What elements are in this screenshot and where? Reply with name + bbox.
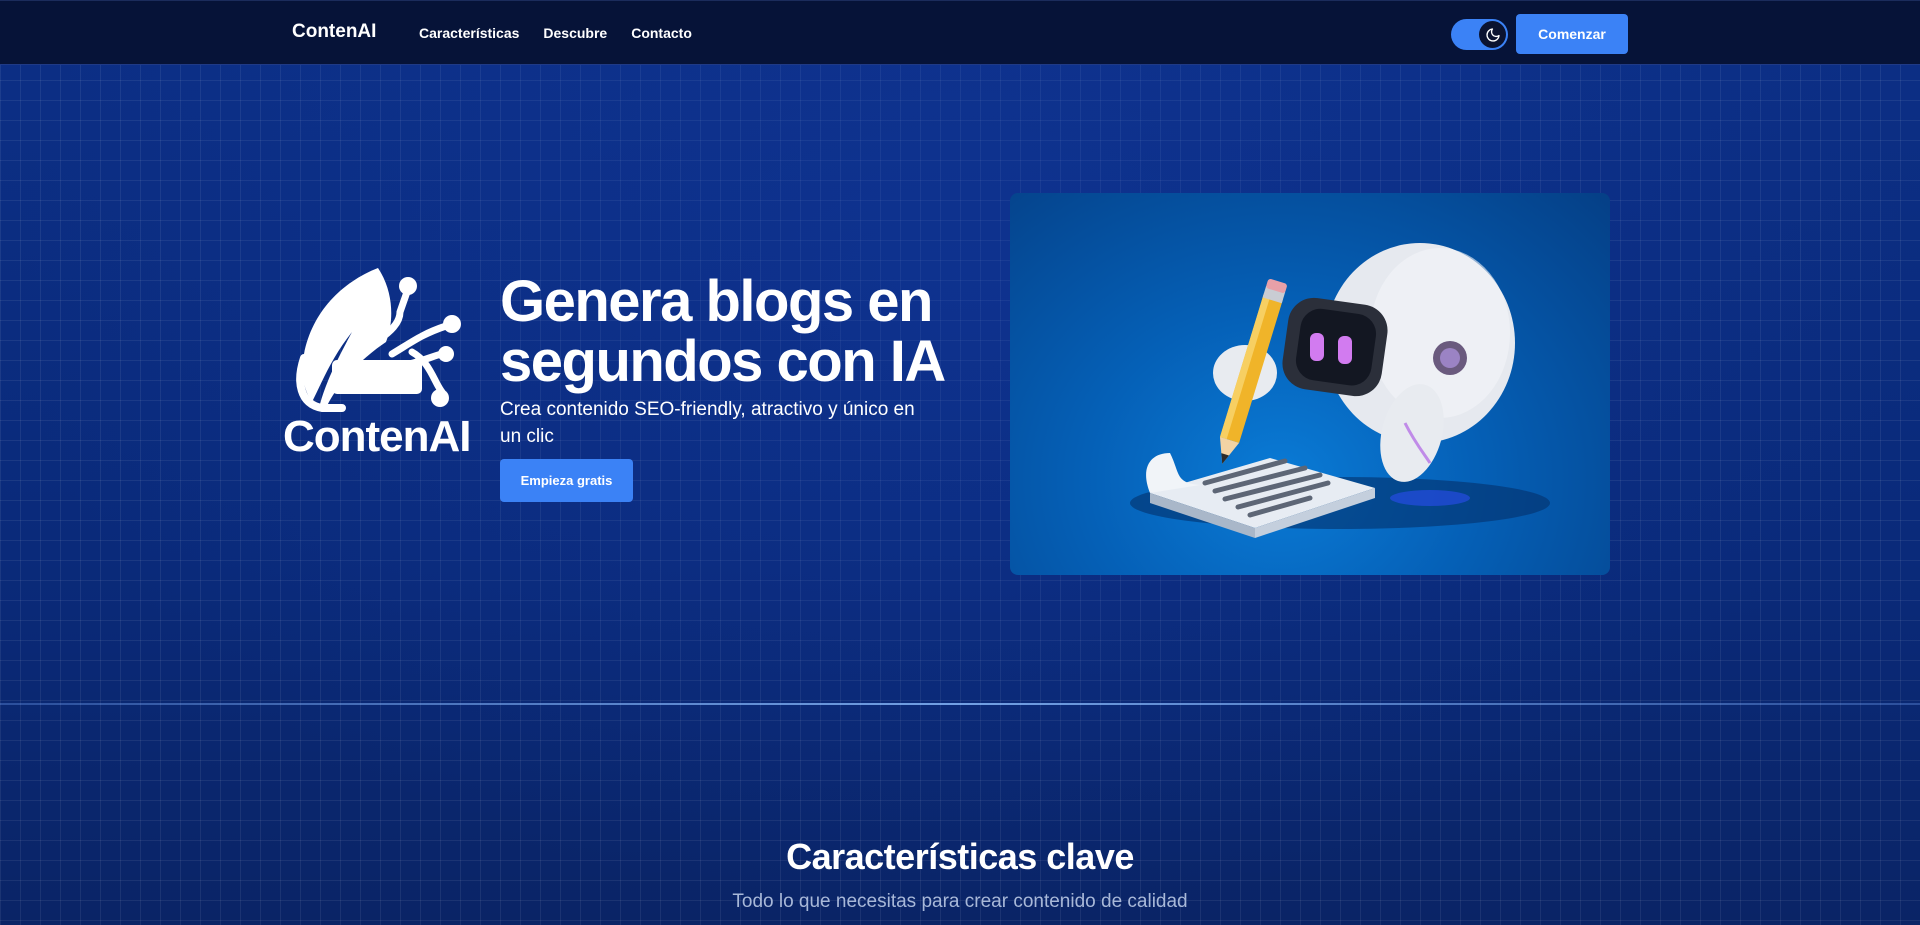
theme-toggle-knob bbox=[1479, 21, 1506, 48]
comenzar-button[interactable]: Comenzar bbox=[1516, 14, 1628, 54]
nav-links: Características Descubre Contacto bbox=[419, 25, 692, 41]
nav-brand[interactable]: ContenAI bbox=[292, 21, 376, 43]
hero-logo-text: ContenAI bbox=[283, 412, 472, 461]
hero-subtitle: Crea contenido SEO-friendly, atractivo y… bbox=[500, 399, 915, 447]
features-title: Características clave bbox=[786, 836, 1134, 877]
robot-writing-illustration bbox=[1010, 193, 1610, 575]
nav-link-contacto[interactable]: Contacto bbox=[631, 25, 692, 41]
section-divider bbox=[0, 703, 1920, 705]
moon-icon bbox=[1485, 27, 1500, 42]
nav-link-descubre[interactable]: Descubre bbox=[543, 25, 607, 41]
landing-page: ContenAI Características Descubre Contac… bbox=[0, 0, 1920, 925]
robot-illustration-svg bbox=[1130, 243, 1550, 538]
theme-toggle[interactable] bbox=[1451, 19, 1508, 50]
nav-link-caracteristicas[interactable]: Características bbox=[419, 25, 519, 41]
hero-title: Genera blogs en segundos con IA bbox=[500, 269, 946, 394]
features-subtitle: Todo lo que necesitas para crear conteni… bbox=[732, 891, 1188, 912]
empieza-gratis-button[interactable]: Empieza gratis bbox=[500, 459, 633, 502]
navbar: ContenAI Características Descubre Contac… bbox=[0, 0, 1920, 65]
